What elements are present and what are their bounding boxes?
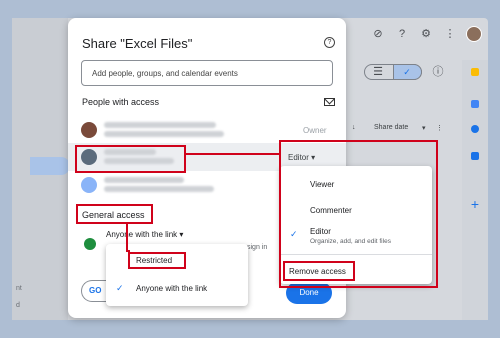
info-icon[interactable]: ⓘ	[432, 66, 444, 78]
calendar-icon[interactable]	[471, 68, 479, 76]
annotation-general-access-box	[76, 204, 153, 224]
person-name-redacted	[104, 177, 184, 183]
annotation-connector	[186, 153, 279, 155]
globe-icon	[84, 238, 96, 250]
more-options-icon[interactable]: ⋮	[436, 124, 443, 132]
menu-item-anyone-with-link[interactable]: Anyone with the link	[136, 284, 207, 293]
dialog-title: Share "Excel Files"	[82, 36, 193, 51]
background-text: nt	[16, 285, 22, 292]
avatar	[81, 177, 97, 193]
contacts-icon[interactable]	[471, 152, 479, 160]
offline-icon[interactable]: ⊘	[372, 28, 384, 40]
person-email-redacted	[104, 131, 224, 137]
person-email-redacted	[104, 186, 214, 192]
general-access-value: Anyone with the link	[106, 230, 178, 239]
settings-icon[interactable]: ⚙	[420, 28, 432, 40]
add-addon-icon[interactable]: +	[469, 197, 481, 211]
apps-grid-icon[interactable]: ⋮	[444, 28, 456, 40]
sign-in-text: sign in	[247, 244, 268, 251]
owner-label: Owner	[303, 126, 327, 135]
caret-down-icon: ▾	[179, 230, 184, 239]
sort-arrow-icon[interactable]: ↓	[352, 124, 356, 131]
help-icon[interactable]: ?	[324, 37, 335, 48]
person-name-redacted	[104, 122, 216, 128]
checkmark-icon: ✓	[403, 67, 411, 77]
list-icon: ☰	[373, 66, 383, 78]
nav-selected-pill	[30, 157, 70, 175]
keep-icon[interactable]	[471, 100, 479, 108]
chevron-down-icon[interactable]: ▾	[422, 124, 426, 132]
mail-icon[interactable]	[324, 98, 335, 106]
help-center-icon[interactable]: ?	[396, 28, 408, 40]
checkmark-icon: ✓	[116, 283, 124, 293]
general-access-select[interactable]: Anyone with the link ▾	[106, 230, 183, 239]
avatar	[81, 122, 97, 138]
annotation-remove-access-box	[283, 261, 355, 281]
side-panel-rail	[462, 60, 488, 320]
annotation-restricted-box	[128, 252, 186, 269]
people-with-access-heading: People with access	[82, 97, 160, 107]
add-people-input[interactable]	[81, 60, 333, 86]
tasks-icon[interactable]	[471, 125, 479, 133]
annotation-connector	[126, 224, 128, 252]
annotation-person-box	[75, 145, 186, 173]
account-avatar[interactable]	[466, 26, 482, 42]
background-text: d	[16, 302, 20, 309]
sort-label[interactable]: Share date	[374, 124, 408, 131]
copy-link-button[interactable]: GO	[81, 280, 107, 302]
